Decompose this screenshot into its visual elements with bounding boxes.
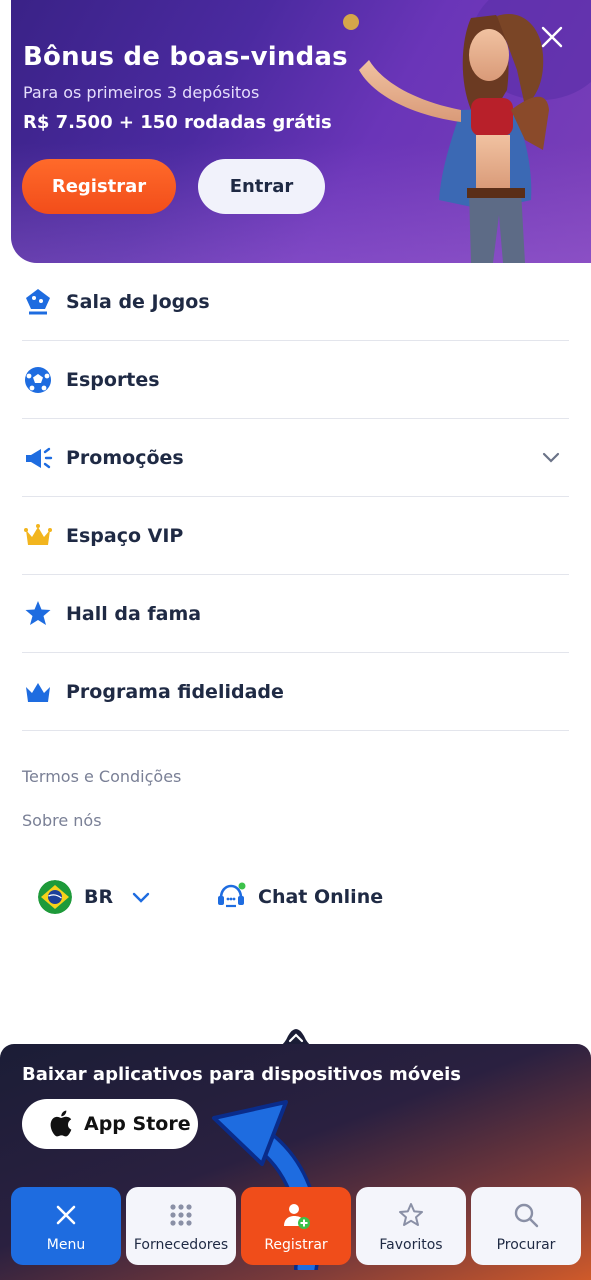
soccer-ball-icon bbox=[22, 364, 54, 396]
menu-item-label: Promoções bbox=[66, 446, 184, 469]
menu-item-label: Hall da fama bbox=[66, 602, 202, 625]
welcome-bonus-banner: Bônus de boas-vindas Para os primeiros 3… bbox=[11, 0, 591, 263]
star-badge-icon bbox=[22, 598, 54, 630]
nav-favoritos[interactable]: Favoritos bbox=[356, 1187, 466, 1265]
nav-label: Procurar bbox=[496, 1237, 556, 1253]
headset-icon bbox=[218, 882, 246, 908]
register-button[interactable]: Registrar bbox=[22, 159, 176, 214]
main-menu: Sala de Jogos Esportes Promoções Espaço … bbox=[22, 263, 569, 731]
menu-item-hall-da-fama[interactable]: Hall da fama bbox=[22, 575, 569, 653]
star-icon bbox=[399, 1203, 423, 1226]
menu-item-espaco-vip[interactable]: Espaço VIP bbox=[22, 497, 569, 575]
menu-item-sala-de-jogos[interactable]: Sala de Jogos bbox=[22, 263, 569, 341]
add-user-icon bbox=[284, 1204, 310, 1229]
nav-procurar[interactable]: Procurar bbox=[471, 1187, 581, 1265]
bottom-navigation: Menu Fornecedores Registrar Favoritos Pr… bbox=[11, 1187, 581, 1265]
chevron-down-icon bbox=[132, 892, 150, 903]
search-icon bbox=[514, 1203, 539, 1228]
nav-registrar[interactable]: Registrar bbox=[241, 1187, 351, 1265]
nav-label: Fornecedores bbox=[133, 1237, 229, 1253]
nav-fornecedores[interactable]: Fornecedores bbox=[126, 1187, 236, 1265]
language-label: BR bbox=[84, 886, 114, 908]
about-link[interactable]: Sobre nós bbox=[22, 811, 102, 830]
nav-menu[interactable]: Menu bbox=[11, 1187, 121, 1265]
hero-offer: R$ 7.500 + 150 rodadas grátis bbox=[23, 112, 332, 133]
menu-item-promocoes[interactable]: Promoções bbox=[22, 419, 569, 497]
grid-icon bbox=[170, 1204, 192, 1226]
brazil-flag-icon bbox=[38, 880, 72, 914]
app-download-title: Baixar aplicativos para dispositivos móv… bbox=[22, 1064, 462, 1085]
login-button[interactable]: Entrar bbox=[198, 159, 325, 214]
menu-item-label: Espaço VIP bbox=[66, 524, 184, 547]
crown-blue-icon bbox=[22, 676, 54, 708]
chevron-down-icon[interactable] bbox=[541, 447, 561, 467]
hero-subtitle: Para os primeiros 3 depósitos bbox=[23, 83, 260, 102]
app-store-label: App Store bbox=[84, 1113, 191, 1135]
megaphone-icon bbox=[22, 442, 54, 474]
chat-online-button[interactable]: Chat Online bbox=[216, 882, 383, 912]
nav-label: Menu bbox=[46, 1237, 86, 1253]
menu-item-label: Sala de Jogos bbox=[66, 290, 210, 313]
menu-item-esportes[interactable]: Esportes bbox=[22, 341, 569, 419]
chat-label: Chat Online bbox=[258, 886, 384, 908]
app-store-button[interactable]: App Store bbox=[22, 1099, 198, 1149]
nav-label: Favoritos bbox=[379, 1237, 443, 1253]
close-icon bbox=[56, 1205, 76, 1225]
language-selector[interactable]: BR bbox=[38, 880, 151, 914]
terms-link[interactable]: Termos e Condições bbox=[22, 767, 181, 786]
menu-item-programa-fidelidade[interactable]: Programa fidelidade bbox=[22, 653, 569, 731]
menu-item-label: Programa fidelidade bbox=[66, 680, 284, 703]
menu-item-label: Esportes bbox=[66, 368, 160, 391]
apple-icon bbox=[50, 1110, 72, 1137]
nav-label: Registrar bbox=[264, 1237, 328, 1253]
hero-title: Bônus de boas-vindas bbox=[23, 42, 348, 72]
crown-gold-icon bbox=[22, 520, 54, 552]
close-icon[interactable] bbox=[539, 24, 565, 50]
game-room-icon bbox=[22, 286, 54, 318]
